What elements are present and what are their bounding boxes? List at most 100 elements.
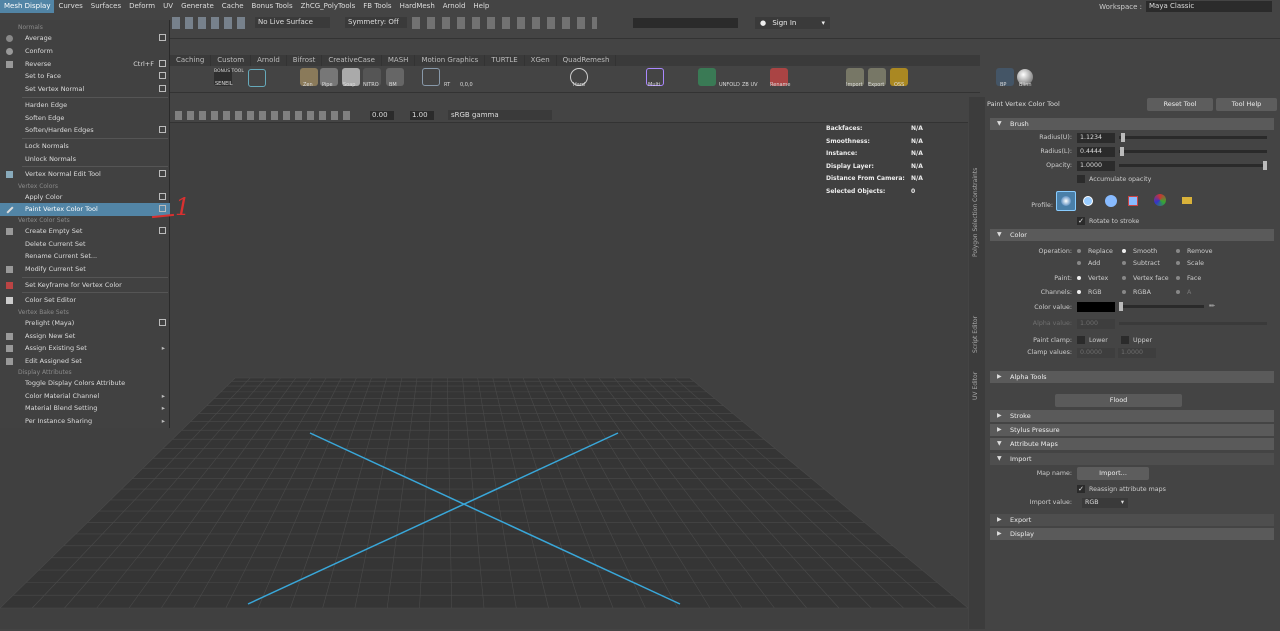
menu-item-prelight[interactable]: Prelight (Maya) [0, 317, 170, 330]
menu-item-lock-normals[interactable]: Lock Normals [0, 140, 170, 153]
menu-item-create-empty-set[interactable]: Create Empty Set [0, 225, 170, 238]
tab-caching[interactable]: Caching [170, 55, 212, 66]
menu-item-reverse[interactable]: Reverse Ctrl+F [0, 58, 170, 71]
profile-solid-button[interactable] [1103, 193, 1119, 209]
tab-arnold[interactable]: Arnold [251, 55, 287, 66]
render-icons[interactable] [412, 17, 597, 29]
radius-u-field[interactable]: 1.1234 [1077, 133, 1115, 143]
menu-item-edit-assigned-set[interactable]: Edit Assigned Set [0, 355, 170, 368]
menu-item-set-keyframe[interactable]: Set Keyframe for Vertex Color [0, 279, 170, 292]
menu-item-conform[interactable]: Conform [0, 45, 170, 58]
menu-zhcg-polytools[interactable]: ZhCG_PolyTools [297, 0, 360, 13]
opacity-slider[interactable] [1119, 164, 1267, 167]
exposure-field[interactable]: 0.00 [370, 111, 394, 120]
radio-remove[interactable]: Remove [1176, 248, 1213, 255]
menu-item-apply-color[interactable]: Apply Color [0, 191, 170, 204]
tab-creativecase[interactable]: CreativeCase [322, 55, 382, 66]
alpha-tools-frame-header[interactable]: ▶ Alpha Tools [990, 371, 1274, 383]
menu-item-average[interactable]: Average [0, 32, 170, 45]
menu-surfaces[interactable]: Surfaces [87, 0, 125, 13]
menu-item-modify-current-set[interactable]: Modify Current Set [0, 263, 170, 276]
menu-item-set-vertex-normal[interactable]: Set Vertex Normal [0, 83, 170, 96]
import-value-dropdown[interactable]: RGB ▾ [1082, 498, 1128, 508]
tab-uv-editor[interactable]: UV Editor [972, 372, 979, 400]
tab-bifrost[interactable]: Bifrost [287, 55, 323, 66]
display-frame-header[interactable]: ▶ Display [990, 528, 1274, 540]
radius-u-thumb[interactable] [1121, 133, 1125, 142]
rotate-to-stroke-checkbox[interactable]: ✓ Rotate to stroke [1077, 217, 1139, 225]
browse-folder-icon[interactable] [1179, 194, 1195, 210]
attribute-maps-frame-header[interactable]: ▼ Attribute Maps [990, 438, 1274, 450]
snap-icons[interactable] [172, 17, 250, 29]
symmetry-dropdown[interactable]: Symmetry: Off [345, 17, 407, 28]
profile-soft-button[interactable] [1080, 193, 1096, 209]
menu-item-delete-current-set[interactable]: Delete Current Set [0, 238, 170, 251]
menu-item-harden-edge[interactable]: Harden Edge [0, 99, 170, 112]
option-box-icon[interactable] [159, 72, 166, 79]
menu-uv[interactable]: UV [159, 0, 177, 13]
option-box-icon[interactable] [159, 170, 166, 177]
clamp-upper-checkbox[interactable]: Upper [1121, 336, 1152, 344]
menu-mesh-display[interactable]: Mesh Display [0, 0, 55, 13]
brush-frame-header[interactable]: ▼ Brush [990, 118, 1274, 130]
color-value-swatch[interactable] [1077, 302, 1115, 312]
menu-item-material-blend[interactable]: Material Blend Setting ▸ [0, 402, 170, 415]
gamma-field[interactable]: 1.00 [410, 111, 434, 120]
viewport-icons[interactable] [175, 111, 350, 120]
tab-script-editor[interactable]: Script Editor [972, 316, 979, 353]
stylus-pressure-frame-header[interactable]: ▶ Stylus Pressure [990, 424, 1274, 436]
eyedropper-icon[interactable]: ✏ [1209, 302, 1219, 312]
import-map-button[interactable]: Import... [1077, 467, 1149, 480]
clamp-low-field[interactable]: 0.0000 [1077, 348, 1115, 358]
tool-help-button[interactable]: Tool Help [1216, 98, 1277, 111]
command-input[interactable] [633, 18, 738, 28]
profile-file-icon[interactable] [1152, 192, 1168, 208]
accumulate-opacity-checkbox[interactable]: Accumulate opacity [1077, 175, 1151, 183]
color-value-thumb[interactable] [1119, 302, 1123, 311]
option-box-icon[interactable] [159, 319, 166, 326]
stroke-frame-header[interactable]: ▶ Stroke [990, 410, 1274, 422]
radio-subtract[interactable]: Subtract [1122, 260, 1160, 267]
menu-item-assign-new-set[interactable]: Assign New Set [0, 330, 170, 343]
alpha-value-field[interactable]: 1.000 [1077, 319, 1115, 329]
menu-item-soften-edge[interactable]: Soften Edge [0, 112, 170, 125]
radio-channel-rgb[interactable]: RGB [1077, 289, 1102, 296]
tab-xgen[interactable]: XGen [525, 55, 557, 66]
unfold-icon[interactable] [698, 68, 716, 86]
reset-tool-button[interactable]: Reset Tool [1147, 98, 1213, 111]
menu-item-color-material-channel[interactable]: Color Material Channel ▸ [0, 390, 170, 403]
menu-item-assign-existing-set[interactable]: Assign Existing Set ▸ [0, 342, 170, 355]
tab-quadremesh[interactable]: QuadRemesh [557, 55, 617, 66]
alpha-value-slider[interactable] [1119, 322, 1267, 325]
radius-l-field[interactable]: 0.4444 [1077, 147, 1115, 157]
reassign-attribute-maps-checkbox[interactable]: ✓ Reassign attribute maps [1077, 485, 1166, 493]
radius-l-thumb[interactable] [1120, 147, 1124, 156]
menu-item-soften-harden[interactable]: Soften/Harden Edges [0, 124, 170, 137]
tab-turtle[interactable]: TURTLE [485, 55, 525, 66]
opacity-field[interactable]: 1.0000 [1077, 161, 1115, 171]
option-box-icon[interactable] [159, 34, 166, 41]
menu-bonus-tools[interactable]: Bonus Tools [248, 0, 297, 13]
radio-scale[interactable]: Scale [1176, 260, 1204, 267]
tab-motion-graphics[interactable]: Motion Graphics [415, 55, 486, 66]
tab-polygon-selection-constraints[interactable]: Polygon Selection Constraints [972, 168, 979, 257]
menu-item-paint-vertex-color[interactable]: Paint Vertex Color Tool [0, 203, 170, 216]
menu-item-rename-current-set[interactable]: Rename Current Set... [0, 250, 170, 263]
color-space-dropdown[interactable]: sRGB gamma [448, 110, 552, 120]
menu-hardmesh[interactable]: HardMesh [396, 0, 439, 13]
radio-paint-vertex-face[interactable]: Vertex face [1122, 275, 1169, 282]
radio-replace[interactable]: Replace [1077, 248, 1113, 255]
option-box-icon[interactable] [159, 193, 166, 200]
option-box-icon[interactable] [159, 60, 166, 67]
option-box-icon[interactable] [159, 126, 166, 133]
menu-item-unlock-normals[interactable]: Unlock Normals [0, 153, 170, 166]
menu-item-set-to-face[interactable]: Set to Face [0, 70, 170, 83]
menu-cache[interactable]: Cache [218, 0, 248, 13]
opacity-thumb[interactable] [1263, 161, 1267, 170]
option-box-icon[interactable] [159, 205, 166, 212]
menu-curves[interactable]: Curves [54, 0, 86, 13]
radius-l-slider[interactable] [1119, 150, 1267, 153]
tab-custom[interactable]: Custom [211, 55, 252, 66]
export-frame-header[interactable]: ▶ Export [990, 514, 1274, 526]
radio-channel-rgba[interactable]: RGBA [1122, 289, 1151, 296]
